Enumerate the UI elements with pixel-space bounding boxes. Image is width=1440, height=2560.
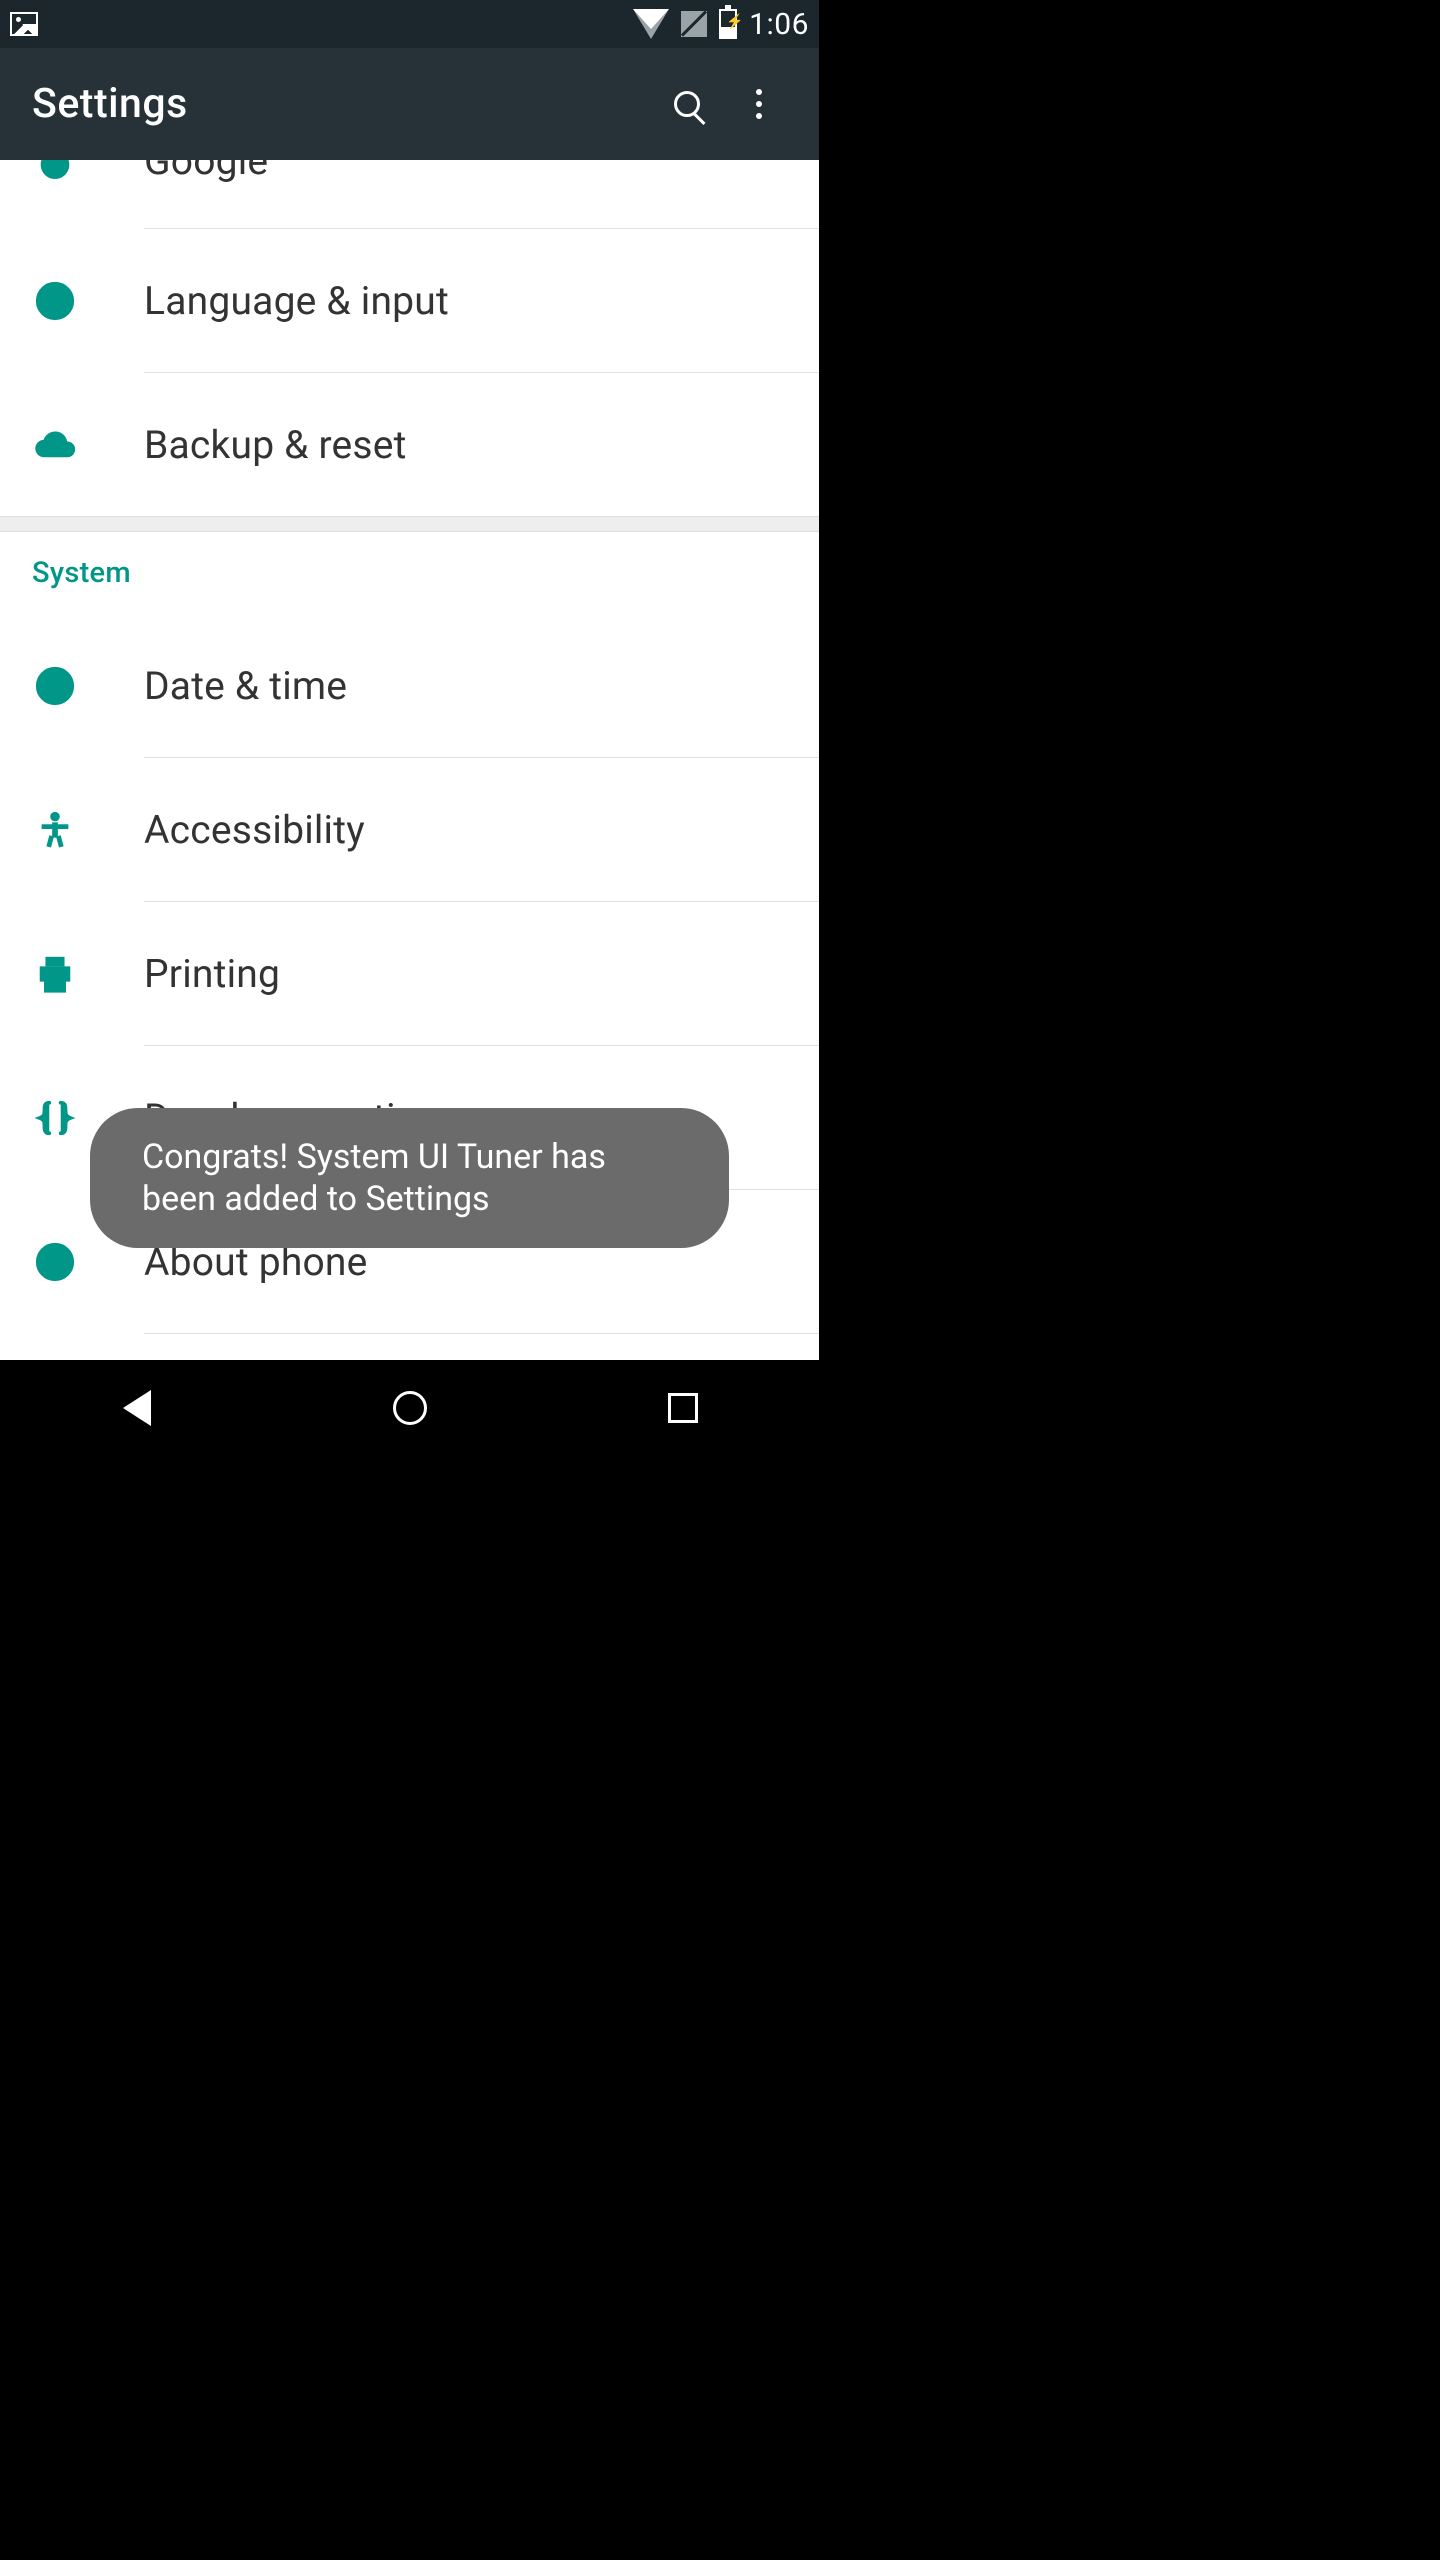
google-icon <box>34 160 76 180</box>
row-label: Date & time <box>144 663 347 709</box>
section-divider <box>0 516 819 532</box>
search-icon <box>674 91 700 117</box>
row-date-time[interactable]: Date & time <box>0 614 819 757</box>
more-vertical-icon <box>756 89 762 119</box>
nav-recent-button[interactable] <box>653 1378 713 1438</box>
no-sim-icon <box>681 11 707 37</box>
row-label: Google <box>144 160 268 184</box>
status-bar: ⚡ 1:06 <box>0 0 819 48</box>
row-label: Backup & reset <box>144 422 407 468</box>
status-clock: 1:06 <box>749 7 809 42</box>
more-options-button[interactable] <box>723 68 795 140</box>
back-icon <box>123 1390 151 1426</box>
wifi-icon <box>633 9 669 39</box>
row-printing[interactable]: Printing <box>0 902 819 1045</box>
section-header-system: System <box>0 532 819 614</box>
navigation-bar <box>0 1360 819 1456</box>
cloud-upload-icon <box>34 424 76 466</box>
row-label: Accessibility <box>144 807 365 853</box>
row-label: Printing <box>144 951 280 997</box>
printer-icon <box>34 953 76 995</box>
recent-apps-icon <box>668 1393 698 1423</box>
home-icon <box>393 1391 427 1425</box>
search-button[interactable] <box>651 68 723 140</box>
accessibility-icon <box>34 809 76 851</box>
row-language-input[interactable]: Language & input <box>0 229 819 372</box>
info-icon <box>34 1241 76 1283</box>
nav-home-button[interactable] <box>380 1378 440 1438</box>
row-accessibility[interactable]: Accessibility <box>0 758 819 901</box>
row-backup-reset[interactable]: Backup & reset <box>0 373 819 516</box>
clock-icon <box>34 665 76 707</box>
toast-message: Congrats! System UI Tuner has been added… <box>90 1108 729 1248</box>
globe-icon <box>34 280 76 322</box>
battery-charging-icon: ⚡ <box>719 9 737 39</box>
app-bar: Settings <box>0 48 819 160</box>
screenshot-notification-icon <box>10 12 38 36</box>
braces-icon <box>34 1097 76 1139</box>
nav-back-button[interactable] <box>107 1378 167 1438</box>
row-label: Language & input <box>144 278 449 324</box>
divider <box>144 1333 819 1334</box>
page-title: Settings <box>32 80 651 128</box>
row-google[interactable]: Google <box>0 160 819 228</box>
